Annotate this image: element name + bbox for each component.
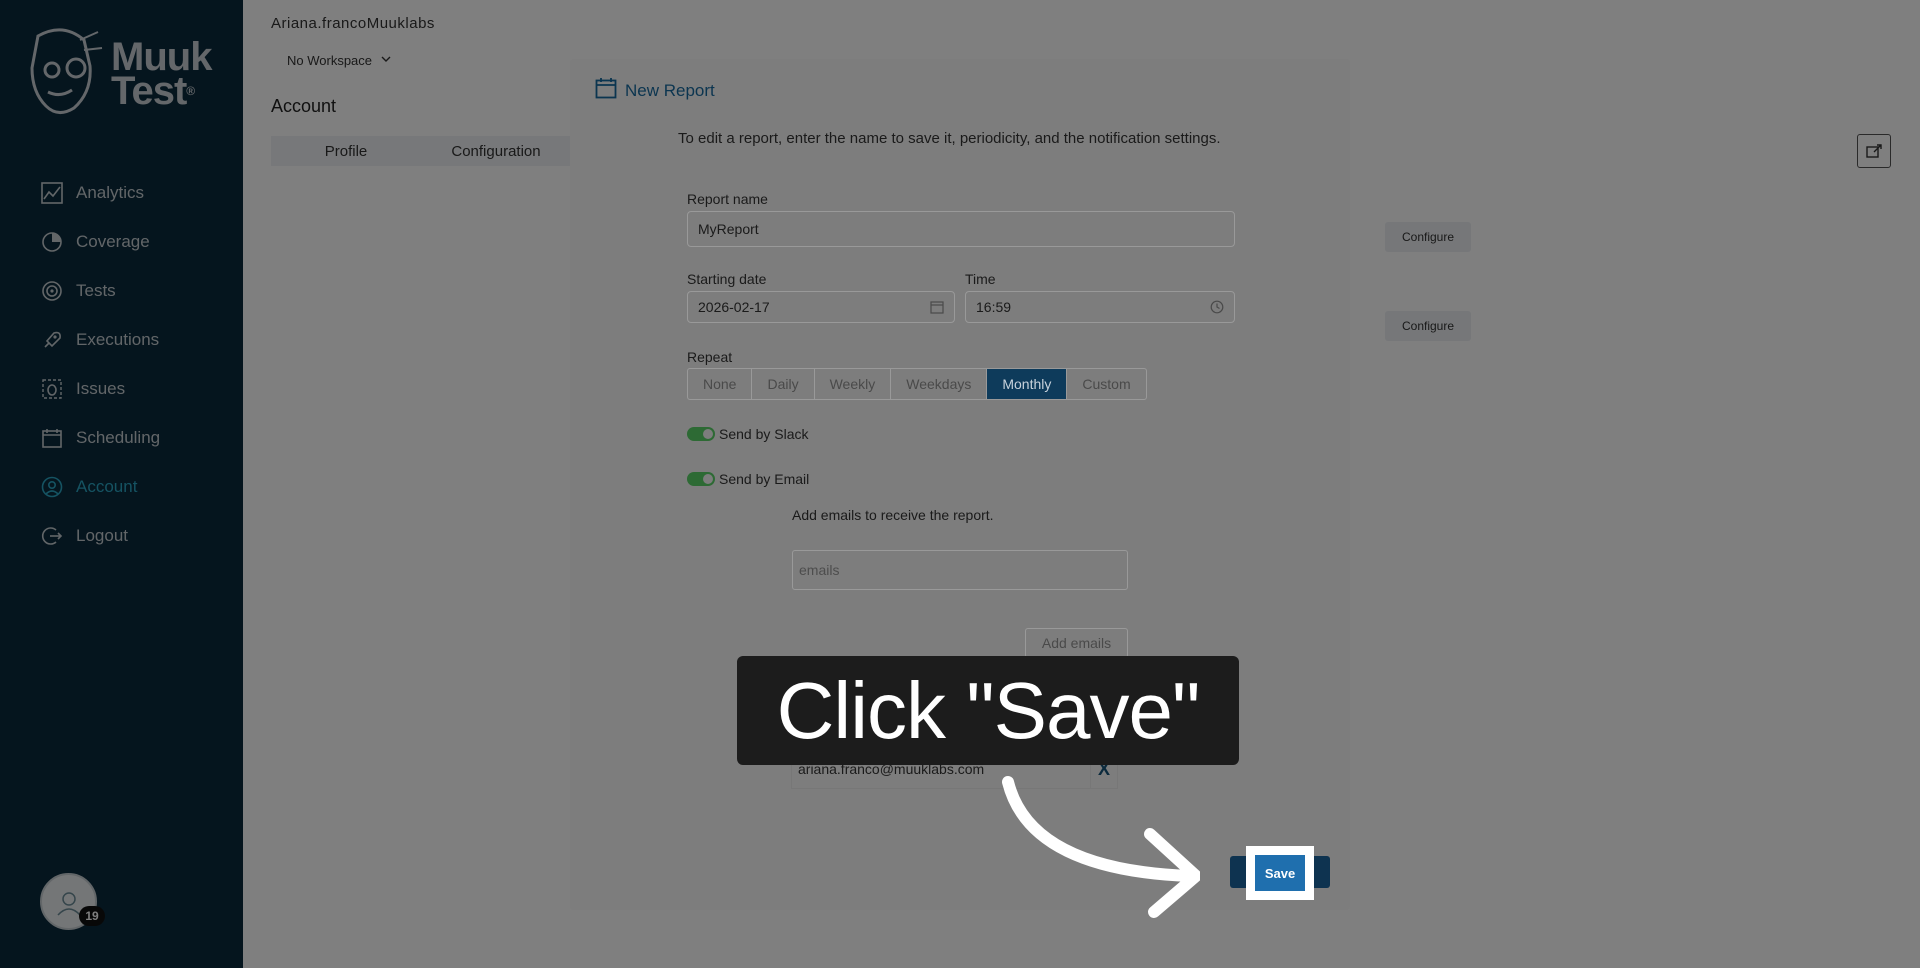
callout-text: Click "Save" [776, 665, 1201, 755]
send-by-slack-row: Send by Slack [687, 426, 809, 442]
send-by-email-label: Send by Email [719, 471, 810, 487]
time-label: Time [965, 271, 996, 287]
emails-input[interactable]: emails [792, 550, 1128, 590]
repeat-option-weekly[interactable]: Weekly [815, 369, 892, 399]
time-value: 16:59 [976, 299, 1012, 315]
calendar-icon[interactable] [930, 300, 944, 317]
new-report-modal: New Report To edit a report, enter the n… [570, 59, 1350, 910]
starting-date-input[interactable]: 2026-02-17 [687, 291, 955, 323]
report-name-input[interactable]: MyReport [687, 211, 1235, 247]
clock-icon[interactable] [1210, 300, 1224, 317]
save-button[interactable]: Save [1255, 855, 1305, 891]
starting-date-label: Starting date [687, 271, 767, 287]
tutorial-callout: Click "Save" [737, 656, 1239, 765]
repeat-option-monthly[interactable]: Monthly [987, 369, 1068, 399]
starting-date-value: 2026-02-17 [698, 299, 770, 315]
arrow-icon [1002, 776, 1200, 918]
add-emails-button[interactable]: Add emails [1025, 628, 1128, 658]
send-by-email-row: Send by Email [687, 471, 809, 487]
time-input[interactable]: 16:59 [965, 291, 1235, 323]
emails-hint: Add emails to receive the report. [792, 507, 994, 523]
repeat-option-weekdays[interactable]: Weekdays [891, 369, 988, 399]
repeat-selector: None Daily Weekly Weekdays Monthly Custo… [687, 368, 1147, 400]
calendar-icon [595, 77, 617, 104]
repeat-option-daily[interactable]: Daily [752, 369, 815, 399]
repeat-option-custom[interactable]: Custom [1067, 369, 1145, 399]
modal-header: New Report [595, 77, 715, 104]
modal-description: To edit a report, enter the name to save… [678, 130, 1221, 147]
repeat-option-none[interactable]: None [688, 369, 753, 399]
send-by-slack-label: Send by Slack [719, 426, 809, 442]
modal-title: New Report [625, 80, 715, 100]
repeat-label: Repeat [687, 349, 733, 365]
report-name-label: Report name [687, 191, 768, 207]
send-by-slack-toggle[interactable] [687, 427, 715, 441]
send-by-email-toggle[interactable] [687, 472, 715, 486]
